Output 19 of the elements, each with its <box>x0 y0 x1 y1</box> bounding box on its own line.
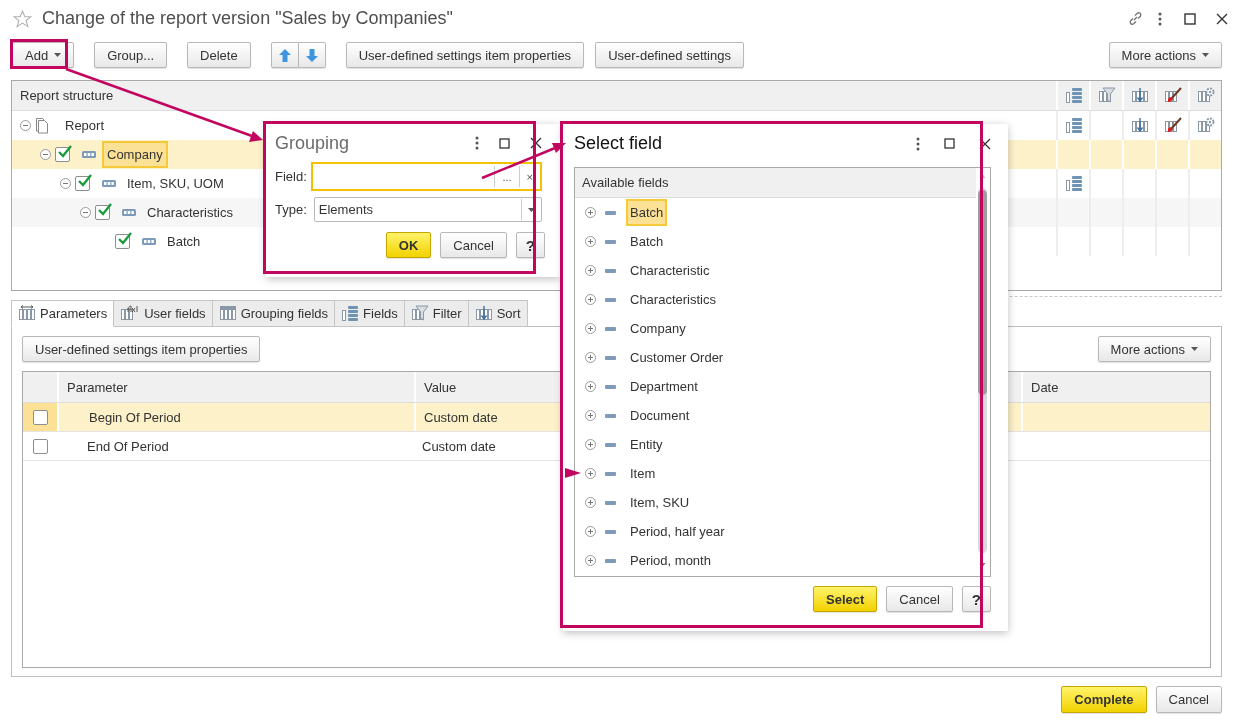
parameter-value: Custom date <box>422 438 496 454</box>
tree-item-label: Item, SKU, UOM <box>126 175 225 193</box>
parameter-name: Begin Of Period <box>89 409 181 425</box>
tree-item-label: Company <box>102 141 168 168</box>
tree-item-label: Characteristics <box>146 204 234 222</box>
field-label: Field: <box>275 169 307 184</box>
column-header: Available fields <box>582 175 669 190</box>
window-title: Change of the report version "Sales by Companies" <box>42 8 454 29</box>
column-header: Date <box>1031 379 1059 395</box>
column-header: Report structure <box>19 87 115 105</box>
tree-item-label: Report <box>64 117 106 135</box>
dialog-title: Grouping <box>275 132 351 154</box>
column-header: Parameter <box>67 379 128 395</box>
dialog-title: Select field <box>574 133 664 154</box>
column-header: Value <box>424 379 457 395</box>
parameter-name: End Of Period <box>87 438 169 454</box>
tree-item-label: Batch <box>166 233 202 251</box>
type-label: Type: <box>275 202 307 217</box>
parameter-value: Custom date <box>424 409 498 425</box>
